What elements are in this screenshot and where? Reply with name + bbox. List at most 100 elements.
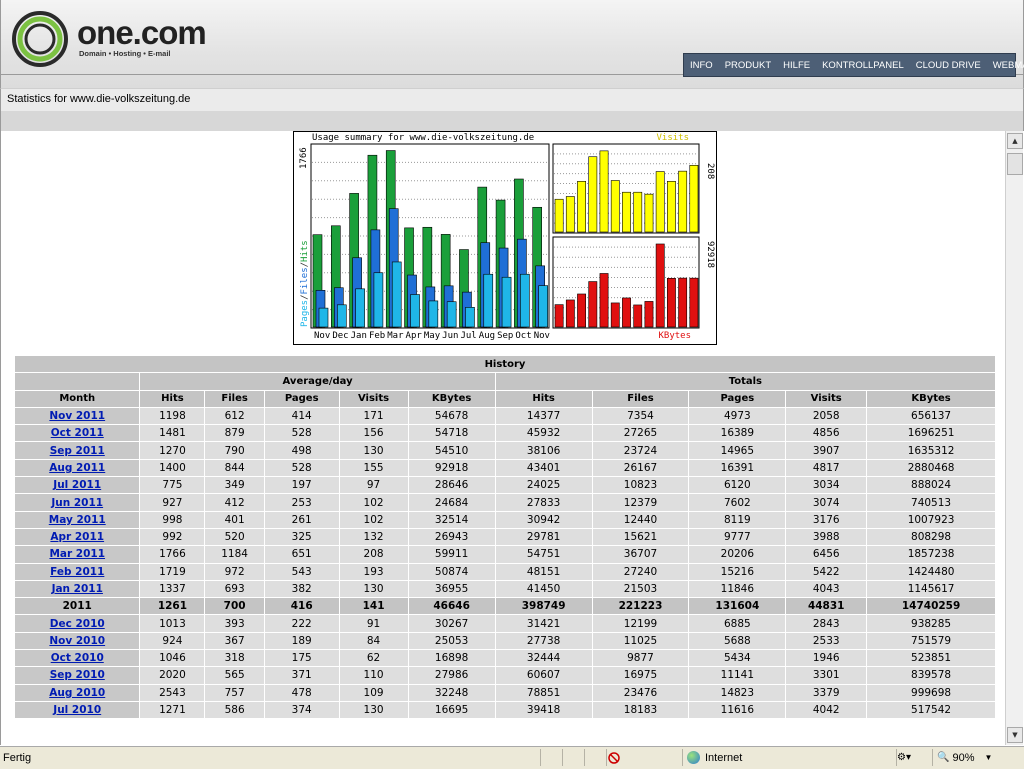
table-cell: 59911 — [408, 546, 495, 563]
column-header: KBytes — [408, 390, 495, 407]
month-link[interactable]: Dec 2010 — [50, 618, 105, 630]
protected-mode-icon[interactable]: ⚙▾ — [896, 749, 927, 766]
table-cell: 9777 — [689, 528, 786, 546]
month-cell[interactable]: Aug 2010 — [15, 684, 140, 701]
month-link[interactable]: Jan 2011 — [52, 583, 103, 595]
month-cell[interactable]: Feb 2011 — [15, 563, 140, 580]
table-cell: 253 — [264, 494, 339, 511]
month-link[interactable]: Jun 2011 — [51, 497, 103, 509]
table-cell: 6885 — [689, 615, 786, 632]
table-cell: 27738 — [495, 632, 592, 650]
table-row: Oct 2011 1481 879 528 156 54718 45932 27265 1638… — [15, 425, 995, 442]
pages-bar — [538, 285, 548, 328]
table-cell: 54678 — [408, 407, 495, 425]
month-cell[interactable]: Apr 2011 — [15, 528, 140, 546]
table-cell: 998 — [140, 511, 205, 528]
table-cell: 839578 — [867, 667, 995, 684]
month-cell[interactable]: Jul 2010 — [15, 701, 140, 719]
table-row: May 2011 998 401 261 102 32514 30942 12440 8119 3… — [15, 511, 995, 528]
month-cell[interactable]: Oct 2011 — [15, 425, 140, 442]
table-cell: 790 — [205, 442, 264, 459]
stats-content[interactable]: Usage summary for www.die-volkszeitung.d… — [0, 131, 1006, 745]
table-cell: 36955 — [408, 580, 495, 598]
table-cell: 15621 — [592, 528, 689, 546]
nav-info[interactable]: INFO — [684, 60, 719, 71]
month-cell[interactable]: Aug 2011 — [15, 459, 140, 477]
column-header: Month — [15, 390, 140, 407]
table-cell: 1481 — [140, 425, 205, 442]
table-cell: 3988 — [786, 528, 867, 546]
month-cell[interactable]: Sep 2011 — [15, 442, 140, 459]
nav-webmail[interactable]: WEBMAIL — [987, 60, 1024, 71]
month-link[interactable]: Aug 2010 — [49, 687, 105, 699]
table-cell: 32444 — [495, 650, 592, 667]
zoom-control[interactable]: 🔍 90% ▼ — [932, 749, 1011, 766]
table-cell: 693 — [205, 580, 264, 598]
pages-bar — [501, 276, 512, 328]
month-link[interactable]: Oct 2010 — [51, 652, 104, 664]
month-tick-label: Nov — [534, 331, 550, 341]
table-cell: 130 — [339, 701, 408, 719]
month-tick-label: Aug — [479, 331, 495, 341]
table-cell: 528 — [264, 459, 339, 477]
table-cell: 28646 — [408, 477, 495, 494]
table-cell: 30267 — [408, 615, 495, 632]
month-link[interactable]: Nov 2010 — [49, 635, 105, 647]
month-link[interactable]: Sep 2011 — [50, 445, 105, 457]
month-cell[interactable]: Nov 2011 — [15, 407, 140, 425]
nav-kontrollpanel[interactable]: KONTROLLPANEL — [816, 60, 910, 71]
table-cell: 3379 — [786, 684, 867, 701]
month-cell[interactable]: Dec 2010 — [15, 615, 140, 632]
column-header: Pages — [689, 390, 786, 407]
scrollbar-thumb[interactable] — [1007, 153, 1023, 175]
table-cell: 382 — [264, 580, 339, 598]
month-cell[interactable]: Jul 2011 — [15, 477, 140, 494]
table-cell: 416 — [264, 598, 339, 615]
pages-bar — [483, 273, 494, 328]
table-cell: 110 — [339, 667, 408, 684]
scroll-down-arrow-icon[interactable]: ▼ — [1007, 727, 1023, 743]
month-link[interactable]: Sep 2010 — [50, 669, 105, 681]
month-link[interactable]: May 2011 — [49, 514, 106, 526]
month-link[interactable]: Jul 2010 — [53, 704, 101, 716]
table-cell: 175 — [264, 650, 339, 667]
month-link[interactable]: Feb 2011 — [50, 566, 104, 578]
table-cell: 11025 — [592, 632, 689, 650]
month-cell[interactable]: Oct 2010 — [15, 650, 140, 667]
month-link[interactable]: Jul 2011 — [53, 479, 101, 491]
month-cell[interactable]: Mar 2011 — [15, 546, 140, 563]
scroll-up-arrow-icon[interactable]: ▲ — [1007, 133, 1023, 149]
one-com-logo[interactable]: one.com Domain • Hosting • E-mail — [11, 10, 221, 70]
table-cell: 4856 — [786, 425, 867, 442]
table-cell: 91 — [339, 615, 408, 632]
nav-hilfe[interactable]: HILFE — [777, 60, 816, 71]
nav-cloud-drive[interactable]: CLOUD DRIVE — [910, 60, 987, 71]
table-cell: 412 — [205, 494, 264, 511]
table-cell: 318 — [205, 650, 264, 667]
chart-max-visits: 208 — [705, 163, 715, 179]
month-cell[interactable]: Jun 2011 — [15, 494, 140, 511]
month-link[interactable]: Oct 2011 — [51, 427, 104, 439]
table-cell: 24684 — [408, 494, 495, 511]
status-zone[interactable]: Internet — [682, 749, 877, 766]
table-cell: 131604 — [689, 598, 786, 615]
month-link[interactable]: Aug 2011 — [49, 462, 105, 474]
month-link[interactable]: Apr 2011 — [50, 531, 104, 543]
vertical-scrollbar[interactable]: ▲ ▼ — [1005, 131, 1023, 745]
month-link[interactable]: Mar 2011 — [49, 548, 105, 560]
month-cell[interactable]: Sep 2010 — [15, 667, 140, 684]
table-cell: 3074 — [786, 494, 867, 511]
table-cell: 1184 — [205, 546, 264, 563]
month-cell[interactable]: Nov 2010 — [15, 632, 140, 650]
pages-bar — [391, 261, 402, 328]
month-link[interactable]: Nov 2011 — [49, 410, 105, 422]
frame-divider — [0, 111, 1024, 131]
history-body: Nov 2011 1198 612 414 171 54678 14377 7354 4973 2… — [15, 407, 995, 719]
month-cell[interactable]: Jan 2011 — [15, 580, 140, 598]
month-cell[interactable]: May 2011 — [15, 511, 140, 528]
nav-produkt[interactable]: PRODUKT — [719, 60, 777, 71]
table-cell: 393 — [205, 615, 264, 632]
table-cell: 197 — [264, 477, 339, 494]
table-cell: 999698 — [867, 684, 995, 701]
table-row: Jun 2011 927 412 253 102 24684 27833 12379 7602 3… — [15, 494, 995, 511]
